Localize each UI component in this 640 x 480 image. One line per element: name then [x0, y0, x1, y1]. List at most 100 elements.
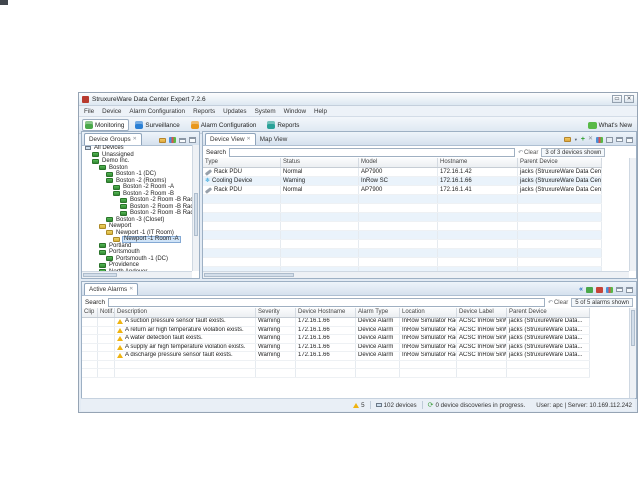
- new-folder-icon[interactable]: [159, 138, 166, 143]
- alarm-cell: InRow Simulator Rack: [400, 352, 457, 360]
- group-folder-icon[interactable]: [564, 137, 571, 142]
- alarm-row[interactable]: A water detection fault exists.Warning17…: [82, 335, 590, 344]
- alarms-search-input[interactable]: [108, 298, 545, 307]
- empty-cell: [281, 213, 359, 221]
- alarm-row[interactable]: A return air high temperature violation …: [82, 327, 590, 336]
- dropdown-arrow-icon[interactable]: ▼: [574, 136, 578, 143]
- column-header-notif...[interactable]: Notif...: [98, 308, 115, 317]
- menu-window[interactable]: Window: [284, 108, 306, 115]
- add-device-icon[interactable]: +: [581, 136, 585, 143]
- column-header-type[interactable]: Type: [203, 158, 281, 167]
- maximize-panel-icon[interactable]: [626, 137, 633, 143]
- window-controls: ▭ ✕: [612, 95, 634, 103]
- tree-horizontal-scrollbar[interactable]: [82, 271, 192, 278]
- menu-updates[interactable]: Updates: [223, 108, 246, 115]
- cell-text: Device Alarm: [358, 327, 393, 334]
- device-row[interactable]: Rack PDUNormalAP7900172.16.1.42jacks (St…: [203, 168, 602, 177]
- alarm-cell: 172.16.1.66: [296, 335, 356, 343]
- discovery-status[interactable]: ⟳ 0 device discoveries in progress.: [428, 402, 526, 409]
- column-header-device-hostname[interactable]: Device Hostname: [296, 308, 356, 317]
- maximize-panel-icon[interactable]: [189, 137, 196, 143]
- tree-vertical-scrollbar[interactable]: [192, 145, 199, 271]
- maximize-button[interactable]: ▭: [612, 95, 622, 103]
- empty-cell: [203, 204, 281, 212]
- menu-alarm-configuration[interactable]: Alarm Configuration: [129, 108, 185, 115]
- minimize-panel-icon[interactable]: [179, 138, 186, 143]
- device-view-panel: Device View ✕ Map View ▼ + ✕: [202, 131, 637, 279]
- menu-help[interactable]: Help: [314, 108, 327, 115]
- perspective-reports[interactable]: Reports: [264, 119, 304, 131]
- remove-device-icon[interactable]: ✕: [588, 136, 593, 143]
- minimize-panel-icon[interactable]: [616, 287, 623, 292]
- cell-text: jacks (StruxureWare Data...: [509, 344, 582, 351]
- column-header-model[interactable]: Model: [359, 158, 438, 167]
- column-header-clip[interactable]: Clip: [82, 308, 98, 317]
- device-groups-panel: Device Groups ✕ All DevicesUnassignedDem…: [81, 131, 200, 279]
- close-tab-icon[interactable]: ✕: [129, 287, 133, 292]
- alarm-cell: jacks (StruxureWare Data...: [507, 352, 590, 360]
- close-button[interactable]: ✕: [624, 95, 634, 103]
- device-table-vertical-scrollbar[interactable]: [629, 158, 636, 271]
- device-table-horizontal-scrollbar[interactable]: [203, 271, 629, 278]
- device-cell: jacks (StruxureWare Data Cen...: [518, 177, 602, 185]
- collapse-all-icon[interactable]: «: [579, 286, 583, 293]
- alarm-cell: InRow Simulator Rack: [400, 318, 457, 326]
- chart-icon[interactable]: [169, 137, 176, 143]
- device-row[interactable]: Rack PDUNormalAP7900172.16.1.41jacks (St…: [203, 186, 602, 195]
- folder-icon: [92, 152, 99, 157]
- column-header-alarm-type[interactable]: Alarm Type: [356, 308, 400, 317]
- chart-icon[interactable]: [606, 287, 613, 293]
- perspective-surveillance[interactable]: Surveillance: [132, 119, 184, 131]
- tab-map-view[interactable]: Map View: [256, 133, 292, 145]
- menu-file[interactable]: File: [84, 108, 94, 115]
- device-count-value: 102 devices: [384, 402, 417, 409]
- perspective-alarm-configuration[interactable]: Alarm Configuration: [188, 119, 262, 131]
- column-header-device-label[interactable]: Device Label: [457, 308, 507, 317]
- column-header-severity[interactable]: Severity: [256, 308, 296, 317]
- chart-icon[interactable]: [596, 137, 603, 143]
- tree-item-label: Boston -2 Room -A: [122, 184, 175, 190]
- device-row[interactable]: ❄Cooling DeviceWarningInRow SC172.16.1.6…: [203, 177, 602, 186]
- screen-corner-artifact: [0, 0, 8, 5]
- user-server-text: User: apc | Server: 10.169.112.242: [536, 402, 632, 409]
- perspective-monitoring[interactable]: Monitoring: [82, 119, 129, 131]
- alarm-row[interactable]: A suction pressure sensor fault exists.W…: [82, 318, 590, 327]
- alarms-clear-button[interactable]: ↶ Clear: [548, 299, 568, 306]
- close-tab-icon[interactable]: ✕: [247, 137, 251, 142]
- acknowledge-icon[interactable]: [586, 287, 593, 293]
- export-icon[interactable]: [606, 137, 613, 143]
- alarm-history-icon[interactable]: [596, 287, 603, 293]
- active-alarms-tab-bar: Active Alarms ✕ «: [82, 282, 636, 296]
- empty-cell: [359, 195, 438, 203]
- cell-text: 172.16.1.66: [298, 335, 330, 342]
- tab-device-groups-label: Device Groups: [89, 136, 131, 143]
- device-search-input[interactable]: [229, 148, 515, 157]
- column-header-description[interactable]: Description: [115, 308, 256, 317]
- minimize-panel-icon[interactable]: [616, 137, 623, 142]
- alarm-cell: Warning: [256, 344, 296, 352]
- menu-system[interactable]: System: [255, 108, 276, 115]
- alarm-row[interactable]: A supply air high temperature violation …: [82, 344, 590, 353]
- alarms-vertical-scrollbar[interactable]: [629, 308, 636, 398]
- tab-device-groups[interactable]: Device Groups ✕: [84, 133, 142, 145]
- column-header-parent-device[interactable]: Parent Device: [518, 158, 602, 167]
- empty-cell: [438, 222, 518, 230]
- tab-active-alarms[interactable]: Active Alarms ✕: [84, 283, 138, 295]
- alarms-count-badge: 5 of 5 alarms shown: [571, 298, 633, 307]
- device-count-status[interactable]: 102 devices: [376, 402, 417, 409]
- maximize-panel-icon[interactable]: [626, 287, 633, 293]
- column-header-parent-device[interactable]: Parent Device: [507, 308, 590, 317]
- cell-text: jacks (StruxureWare Data Cen...: [520, 178, 602, 185]
- column-header-location[interactable]: Location: [400, 308, 457, 317]
- column-header-hostname[interactable]: Hostname: [438, 158, 518, 167]
- column-header-status[interactable]: Status: [281, 158, 359, 167]
- alarm-count-status[interactable]: 5: [353, 402, 364, 409]
- menu-device[interactable]: Device: [102, 108, 121, 115]
- empty-row: [82, 361, 590, 370]
- menu-reports[interactable]: Reports: [193, 108, 215, 115]
- alarm-row[interactable]: A discharge pressure sensor fault exists…: [82, 352, 590, 361]
- whats-new-button[interactable]: What's New: [588, 122, 634, 129]
- tab-device-view[interactable]: Device View ✕: [205, 133, 256, 145]
- close-tab-icon[interactable]: ✕: [133, 137, 137, 142]
- device-clear-button[interactable]: ↶ Clear: [518, 149, 538, 156]
